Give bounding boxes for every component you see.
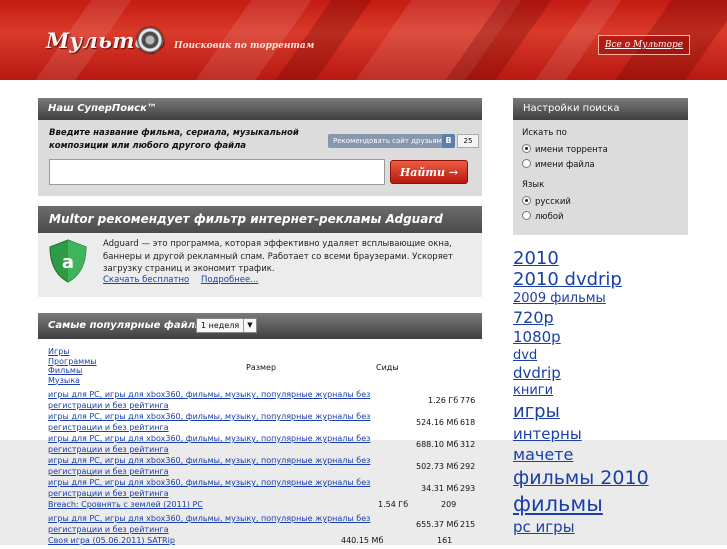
radio-russian[interactable]: русский: [522, 196, 571, 207]
radio-any[interactable]: любой: [522, 211, 564, 222]
adguard-shield-icon: a: [49, 239, 87, 283]
tag-link[interactable]: мачете: [513, 444, 713, 466]
tag-link[interactable]: интерны: [513, 424, 713, 444]
ad-links: Скачать бесплатно Подробнее...: [103, 275, 267, 285]
tag-link[interactable]: фильмы 2010: [513, 466, 713, 491]
table-row: игры для PC, игры для xbox360, фильмы, м…: [48, 389, 478, 411]
category-link[interactable]: Игры: [48, 347, 97, 357]
radio-label: имени файла: [535, 160, 595, 170]
tag-link[interactable]: книги: [513, 382, 713, 400]
period-select-value: 1 неделя: [201, 321, 240, 330]
popular-title: Самые популярные файлы за: [38, 313, 482, 339]
file-title-link[interactable]: Breach: Сровнять с землей (2011) PC: [48, 499, 420, 510]
radio-checked-icon: [522, 196, 531, 205]
radio-unchecked-icon: [522, 211, 531, 220]
tag-link[interactable]: игры: [513, 400, 713, 424]
table-row: игры для PC, игры для xbox360, фильмы, м…: [48, 477, 478, 499]
period-select[interactable]: 1 неделя ▼: [196, 318, 257, 333]
download-link[interactable]: Скачать бесплатно: [103, 275, 189, 285]
table-row: игры для PC, игры для xbox360, фильмы, м…: [48, 455, 478, 477]
ad-description: Adguard — это программа, которая эффекти…: [103, 239, 453, 274]
settings-panel: Искать по имени торрента имени файла Язы…: [513, 120, 688, 235]
tag-cloud: 2010 2010 dvdrip 2009 фильмы 720p 1080p …: [513, 248, 713, 537]
file-title-link[interactable]: игры для PC, игры для xbox360, фильмы, м…: [48, 455, 420, 477]
file-size: 655.37 Мб: [416, 520, 459, 529]
file-seeds: 312: [460, 440, 476, 449]
super-search-description: Введите название фильма, сериала, музыка…: [49, 128, 299, 151]
more-link[interactable]: Подробнее...: [201, 275, 258, 285]
logo-ring-icon[interactable]: [137, 27, 163, 53]
radio-label: имени торрента: [535, 145, 608, 155]
search-button[interactable]: Найти →: [390, 160, 468, 184]
file-seeds: 293: [460, 484, 476, 493]
radio-torrent-name[interactable]: имени торрента: [522, 144, 608, 155]
svg-text:a: a: [62, 252, 74, 273]
seeds-column-header: Сиды: [376, 363, 399, 372]
tagline: Поисковик по торрентам: [174, 41, 315, 51]
file-size: 1.26 Гб: [428, 396, 459, 405]
table-row: игры для PC, игры для xbox360, фильмы, м…: [48, 513, 478, 535]
radio-label: любой: [535, 212, 564, 222]
ad-panel: a Adguard — это программа, которая эффек…: [38, 233, 482, 297]
tag-link[interactable]: 720p: [513, 308, 713, 328]
radio-label: русский: [535, 197, 571, 207]
file-seeds: 215: [460, 520, 476, 529]
file-size: 688.10 Мб: [416, 440, 459, 449]
file-seeds: 292: [460, 462, 476, 471]
tag-link[interactable]: 1080p: [513, 328, 713, 347]
tag-link[interactable]: dvd: [513, 347, 713, 364]
ad-title: Multor рекомендует фильтр интернет-рекла…: [38, 206, 482, 233]
table-row: Breach: Сровнять с землей (2011) PC 1.54…: [48, 499, 478, 513]
file-size: 1.54 Гб: [378, 500, 409, 509]
search-input[interactable]: [49, 159, 385, 185]
file-size: 34.31 Мб: [421, 484, 459, 493]
tag-link[interactable]: фильмы: [513, 491, 713, 517]
tag-link[interactable]: 2010 dvdrip: [513, 269, 713, 290]
category-link[interactable]: Фильмы: [48, 366, 97, 376]
table-row: Своя игра (05.06.2011) SATRip 440.15 Мб …: [48, 535, 478, 549]
file-seeds: 776: [460, 396, 476, 405]
vk-icon[interactable]: В: [442, 134, 455, 148]
radio-checked-icon: [522, 144, 531, 153]
vk-share-count: 25: [457, 134, 479, 148]
file-title-link[interactable]: игры для PC, игры для xbox360, фильмы, м…: [48, 513, 420, 535]
settings-title: Настройки поиска: [513, 98, 688, 120]
super-search-panel: Введите название фильма, сериала, музыка…: [38, 120, 482, 196]
size-column-header: Размер: [246, 363, 277, 372]
tag-link[interactable]: dvdrip: [513, 364, 713, 382]
chevron-down-icon: ▼: [243, 319, 256, 332]
file-size: 502.73 Мб: [416, 462, 459, 471]
search-by-label: Искать по: [522, 128, 567, 138]
table-row: игры для PC, игры для xbox360, фильмы, м…: [48, 411, 478, 433]
radio-file-name[interactable]: имени файла: [522, 159, 595, 170]
tag-link[interactable]: 2010: [513, 248, 713, 269]
tag-link[interactable]: pc игры: [513, 517, 713, 537]
file-seeds: 161: [437, 536, 453, 545]
popular-files-table: игры для PC, игры для xbox360, фильмы, м…: [48, 389, 478, 549]
category-link[interactable]: Музыка: [48, 376, 97, 386]
radio-unchecked-icon: [522, 159, 531, 168]
category-link[interactable]: Программы: [48, 357, 97, 367]
file-title-link[interactable]: игры для PC, игры для xbox360, фильмы, м…: [48, 389, 420, 411]
file-title-link[interactable]: игры для PC, игры для xbox360, фильмы, м…: [48, 433, 420, 455]
about-link[interactable]: Все о Мульторе: [598, 35, 690, 55]
file-seeds: 209: [441, 500, 457, 509]
file-size: 440.15 Мб: [341, 536, 384, 545]
file-size: 524.16 Мб: [416, 418, 459, 427]
category-list: Игры Программы Фильмы Музыка: [48, 347, 97, 385]
file-seeds: 618: [460, 418, 476, 427]
file-title-link[interactable]: игры для PC, игры для xbox360, фильмы, м…: [48, 477, 420, 499]
file-title-link[interactable]: игры для PC, игры для xbox360, фильмы, м…: [48, 411, 420, 433]
recommend-button[interactable]: Рекомендовать сайт друзьям: [328, 134, 447, 148]
super-search-title: Наш СуперПоиск™: [38, 98, 482, 120]
table-row: игры для PC, игры для xbox360, фильмы, м…: [48, 433, 478, 455]
tag-link[interactable]: 2009 фильмы: [513, 290, 713, 308]
language-label: Язык: [522, 180, 545, 190]
